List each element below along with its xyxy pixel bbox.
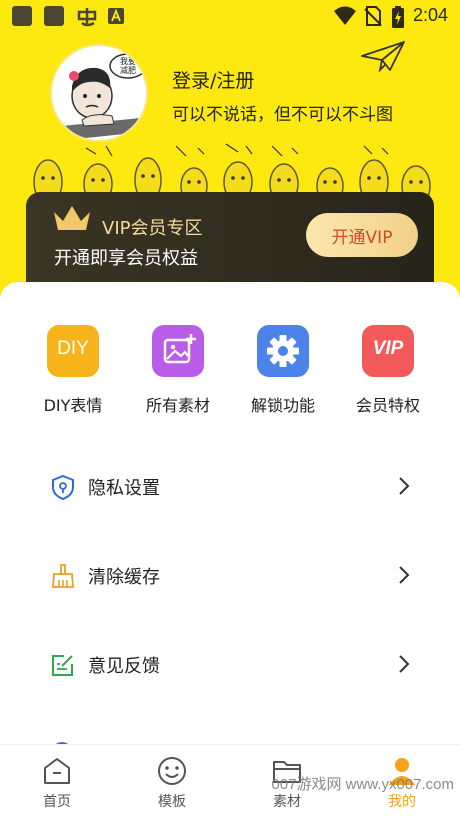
menu-item-privacy[interactable]: 隐私设置 xyxy=(0,454,460,518)
profile-header: 我要 减肥 登录/注册 可以不说话，但不可以不斗图 VIP会员专区 开通即享会员… xyxy=(0,32,460,302)
svg-text:减肥: 减肥 xyxy=(120,65,136,75)
status-bar: 2:04 xyxy=(0,0,460,32)
chevron-right-icon xyxy=(399,655,410,673)
vip-icon: VIP xyxy=(362,325,414,377)
a-badge-icon xyxy=(108,8,124,24)
chinese-app-icon xyxy=(77,8,97,27)
quick-action-unlock[interactable]: 解锁功能 xyxy=(228,325,338,416)
avatar[interactable]: 我要 减肥 xyxy=(50,44,148,142)
quick-action-vip-privileges[interactable]: VIP 会员特权 xyxy=(333,325,443,416)
open-vip-button[interactable]: 开通VIP xyxy=(306,213,418,257)
quick-action-label: 所有素材 xyxy=(145,396,210,415)
broom-icon xyxy=(52,564,74,588)
gear-icon xyxy=(257,325,309,377)
vip-card[interactable]: VIP会员专区 开通即享会员权益 开通VIP xyxy=(26,192,434,284)
image-add-glyph xyxy=(163,334,196,364)
login-register-link[interactable]: 登录/注册 xyxy=(172,66,254,93)
menu-item-label: 隐私设置 xyxy=(88,478,160,499)
chevron-right-icon xyxy=(399,477,410,495)
quick-action-label: 会员特权 xyxy=(355,396,420,415)
status-time: 2:04 xyxy=(412,5,448,25)
vip-card-subtitle: 开通即享会员权益 xyxy=(54,248,198,269)
nav-tab-templates[interactable]: 模板 xyxy=(132,755,212,811)
quick-action-label: DIY表情 xyxy=(43,396,103,415)
nav-tab-label: 我的 xyxy=(388,794,416,810)
svg-text:我要: 我要 xyxy=(120,56,136,66)
nav-tab-label: 素材 xyxy=(273,794,301,810)
watermark: 007游戏网 www.yx007.com xyxy=(271,776,454,793)
app-square-icon xyxy=(44,6,64,26)
smiley-icon xyxy=(158,757,186,785)
menu-item-clear-cache[interactable]: 清除缓存 xyxy=(0,543,460,607)
chevron-right-icon xyxy=(399,566,410,584)
vip-icon-text: VIP xyxy=(372,338,404,359)
app-square-icon xyxy=(12,6,32,26)
vip-card-title: VIP会员专区 xyxy=(102,218,203,239)
image-add-icon xyxy=(152,325,204,377)
avatar-illustration: 我要 减肥 xyxy=(52,46,146,140)
paper-plane-icon xyxy=(361,41,405,73)
main-panel: DIY DIY表情 所有素材 解锁功能 VIP 会员特权 隐私设置 清除缓存 意… xyxy=(0,282,460,752)
quick-action-all-materials[interactable]: 所有素材 xyxy=(123,325,233,416)
nav-tab-home[interactable]: 首页 xyxy=(17,755,97,811)
nav-tab-label: 首页 xyxy=(43,794,71,810)
diy-icon: DIY xyxy=(47,325,99,377)
shield-lock-icon xyxy=(52,474,74,500)
menu-item-label: 清除缓存 xyxy=(88,567,160,588)
no-sim-icon xyxy=(364,6,382,26)
battery-charging-icon xyxy=(392,6,404,28)
profile-motto: 可以不说话，但不可以不斗图 xyxy=(172,105,393,125)
feedback-icon xyxy=(52,655,73,676)
crown-icon xyxy=(54,206,90,230)
wifi-icon xyxy=(334,6,356,25)
menu-item-label: 意见反馈 xyxy=(88,656,160,677)
quick-action-diy[interactable]: DIY DIY表情 xyxy=(18,325,128,416)
diy-icon-text: DIY xyxy=(57,338,89,359)
home-icon xyxy=(44,758,70,784)
menu-item-feedback[interactable]: 意见反馈 xyxy=(0,632,460,696)
quick-action-label: 解锁功能 xyxy=(250,396,315,415)
bottom-nav: 首页 模板 素材 我的 007游戏网 www.yx007.com xyxy=(0,744,460,817)
gear-glyph xyxy=(267,335,299,367)
nav-tab-label: 模板 xyxy=(158,794,186,810)
